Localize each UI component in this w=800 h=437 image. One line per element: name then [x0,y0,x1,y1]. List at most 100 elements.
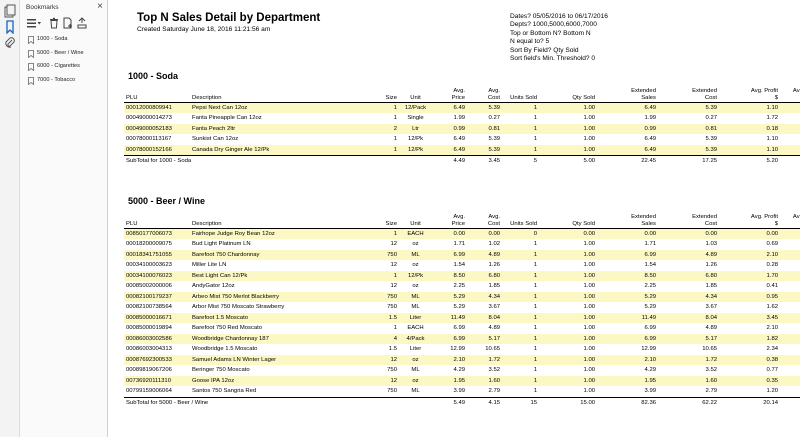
cell-units: 1 [533,388,537,394]
cell-units: 1 [533,367,537,373]
cell-cost: 5.39 [467,102,502,113]
cell-price: 1.99 [453,115,465,121]
cell-qty: 1.00 [583,241,595,247]
cell-price: 1.54 [453,262,465,268]
cell-unit: oz [412,241,419,247]
cell-size: 1 [393,136,397,142]
cell-ext-cost: 5.39 [658,144,719,156]
cell-unit: oz [412,262,419,268]
cell-ext-cost: 5.39 [658,102,719,113]
empty-cell [399,396,432,408]
cell-price: 0.99 [432,123,467,134]
bookmark-icon [28,36,34,44]
bookmark-item[interactable]: 6000 - Cigarettes [28,61,104,75]
new-bookmark-icon[interactable] [62,17,74,29]
cell-price: 0.00 [432,228,467,239]
cell-desc: Miller Lite LN [192,262,227,268]
options-menu-icon[interactable] [26,17,42,29]
cell-profit-p: 18.0 [780,375,800,386]
cell-size: 1 [376,144,399,156]
cell-profit-p: 20.0 [780,270,800,281]
column-header-ext-sales: Extended Sales [597,212,658,229]
bookmark-item[interactable]: 7000 - Tobacco [28,75,104,89]
cell-size: 2 [376,123,399,134]
cell-cost: 6.80 [467,270,502,281]
column-header-plu: PLU [124,212,190,229]
subtotal-row: SubTotal for 5000 - Beer / Wine 5.49 4.15 1… [124,396,800,408]
cell-profit-p: 0.0 [780,228,800,239]
cell-size: 1 [376,102,399,113]
cell-unit: 4/Pack [399,333,432,344]
cell-units: 0 [502,228,539,239]
cell-plu: 00034100003623 [126,262,172,268]
subtotal-cost: 3.45 [467,155,502,167]
cell-profit-p: 18.0 [780,291,800,302]
cell-profit-d: 0.00 [719,228,780,239]
cell-profit-d: 1.82 [719,333,780,344]
cell-plu: 00085000016671 [124,312,190,323]
subtotal-units: 15 [502,396,539,408]
cell-units: 1 [502,144,539,156]
cell-profit-p: 86.6 [780,113,800,124]
cell-qty: 1.00 [583,262,595,268]
cell-qty: 1.00 [539,123,597,134]
close-icon[interactable]: × [94,1,106,13]
trash-icon[interactable] [48,17,60,29]
cell-ext-sales: 6.99 [597,249,658,260]
cell-plu: 00086003004313 [126,346,172,352]
cell-price: 6.99 [432,333,467,344]
cell-size: 12 [376,375,399,386]
report-parameter: Sort field's Min. Threshold? 0 [510,55,596,63]
cell-qty: 1.00 [583,283,595,289]
cell-ext-cost: 4.89 [705,325,717,331]
cell-price: 6.49 [432,144,467,156]
cell-ext-sales: 5.29 [644,304,656,310]
bookmark-item[interactable]: 5000 - Beer / Wine [28,48,104,62]
expand-bookmark-icon[interactable] [76,17,88,29]
pages-icon[interactable] [3,4,17,18]
cell-cost: 4.34 [467,291,502,302]
column-header-profit-p: Avg. Profit % [780,86,800,103]
cell-profit-d: 1.72 [766,115,778,121]
cell-cost: 1.72 [467,354,502,365]
bookmark-label: 5000 - Beer / Wine [37,49,84,56]
column-header-profit-d: Avg. Profit $ [719,86,780,103]
cell-desc: Santos 750 Sangria Red [192,388,257,394]
empty-cell [399,155,432,167]
cell-ext-sales: 8.50 [597,270,658,281]
column-header-plu: PLU [124,86,190,103]
attachment-icon[interactable] [3,36,17,50]
cell-profit-p: 16.9 [780,144,800,156]
table-header-row: PLU Description Size Unit Avg. Price Avg. Cos… [124,86,800,103]
cell-plu: 00850177006073 [124,228,190,239]
cell-qty: 1.00 [539,333,597,344]
report-page: Top N Sales Detail by Department Created… [108,0,800,437]
cell-ext-sales: 0.00 [597,228,658,239]
cell-desc: Pepsi Next Can 12oz [190,102,376,113]
cell-units: 1 [502,333,539,344]
cell-desc: Fairhope Judge Roy Bean 12oz [190,228,376,239]
cell-ext-cost: 1.60 [658,375,719,386]
cell-qty: 1.00 [539,144,597,156]
cell-ext-sales: 0.99 [597,123,658,134]
cell-units: 1 [502,123,539,134]
cell-desc: Best Light Can 12/Pk [190,270,376,281]
cell-units: 1 [533,304,537,310]
cell-unit: EACH [399,228,432,239]
table-row: 00082100738564 Arbor Mist 750 Moscato Str… [124,302,800,313]
cell-desc: Woodbridge Chardonnay 187 [190,333,376,344]
bookmark-label: 6000 - Cigarettes [37,63,80,69]
cell-ext-cost: 0.27 [705,115,717,121]
cell-ext-cost: 10.65 [702,346,717,352]
cell-profit-p: 30.0 [780,249,800,260]
cell-units: 1 [502,375,539,386]
column-header-ext-cost: Extended Cost [658,212,719,229]
cell-ext-sales: 1.99 [644,115,656,121]
cell-profit-d: 0.28 [766,262,778,268]
bookmark-icon[interactable] [3,20,17,34]
subtotal-profit-d: 5.20 [719,155,780,167]
bookmark-item[interactable]: 1000 - Soda [28,34,104,48]
table-row: 00078000152166 Canada Dry Ginger Ale 12/P… [124,144,800,156]
cell-ext-cost: 6.80 [658,270,719,281]
cell-profit-d: 2.34 [766,346,778,352]
